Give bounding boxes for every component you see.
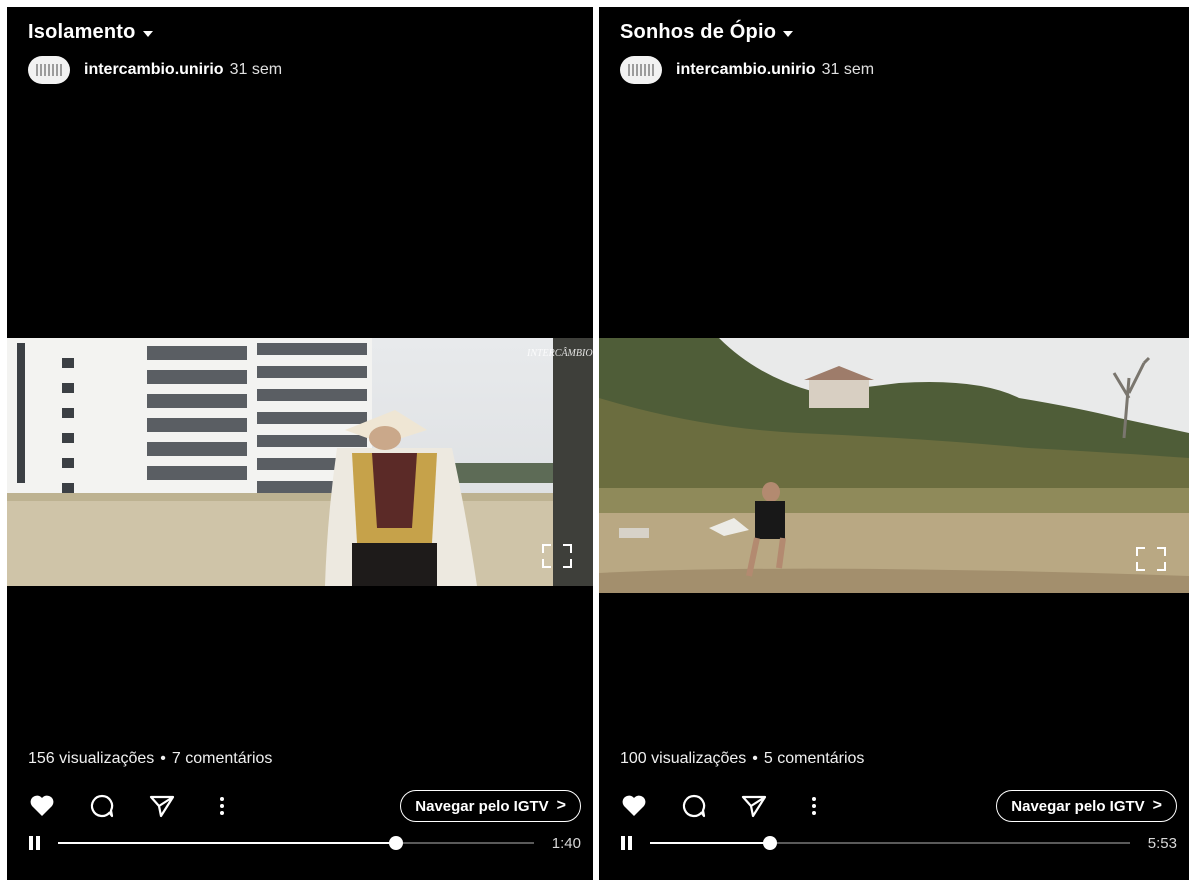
video-title: Sonhos de Ópio	[620, 21, 777, 43]
comment-icon[interactable]	[87, 791, 117, 821]
caret-down-icon	[783, 31, 794, 37]
send-icon[interactable]	[147, 791, 177, 821]
heart-icon[interactable]	[619, 791, 649, 821]
fullscreen-icon[interactable]	[542, 544, 572, 568]
fullscreen-icon[interactable]	[1136, 547, 1166, 571]
video-stats: 156 visualizações • 7 comentários	[28, 750, 272, 768]
video-title: Isolamento	[28, 21, 136, 43]
browse-igtv-label: Navegar pelo IGTV	[1011, 797, 1145, 815]
video-title-dropdown[interactable]: Isolamento	[28, 21, 153, 44]
action-bar: Navegar pelo IGTV >	[27, 789, 581, 823]
comment-count[interactable]: 5 comentários	[764, 750, 865, 768]
stats-separator: •	[160, 750, 166, 767]
view-count: 100 visualizações	[620, 750, 747, 767]
pause-icon[interactable]	[620, 836, 634, 850]
avatar[interactable]	[28, 56, 70, 84]
progress-scrubber[interactable]	[762, 836, 777, 850]
post-age: 31 sem	[229, 61, 283, 78]
stats-separator: •	[752, 750, 758, 767]
view-count: 156 visualizações	[28, 750, 155, 767]
video-title-dropdown[interactable]: Sonhos de Ópio	[620, 21, 794, 44]
video-player[interactable]	[599, 338, 1189, 593]
progress-scrubber[interactable]	[388, 836, 403, 850]
author-username[interactable]: intercambio.unirio	[676, 61, 816, 79]
igtv-post-sonhos-de-opio: Sonhos de Ópio intercambio.unirio 31 sem	[599, 7, 1189, 880]
post-age: 31 sem	[821, 61, 875, 78]
chevron-right-icon: >	[556, 797, 566, 814]
comment-count[interactable]: 7 comentários	[172, 750, 273, 768]
progress-fill	[650, 842, 770, 844]
heart-icon[interactable]	[27, 791, 57, 821]
comment-icon[interactable]	[679, 791, 709, 821]
progress-fill	[58, 842, 396, 844]
video-frame	[599, 338, 1189, 593]
chevron-right-icon: >	[1152, 797, 1162, 814]
progress-track[interactable]	[58, 836, 534, 850]
caret-down-icon	[142, 31, 153, 37]
browse-igtv-label: Navegar pelo IGTV	[415, 797, 549, 815]
avatar[interactable]	[620, 56, 662, 84]
send-icon[interactable]	[739, 791, 769, 821]
video-player[interactable]: INTERCÂMBIO	[7, 338, 593, 586]
playback-controls: 1:40	[28, 833, 581, 853]
browse-igtv-button[interactable]: Navegar pelo IGTV >	[400, 790, 581, 822]
author-row: intercambio.unirio 31 sem	[28, 56, 282, 84]
progress-track[interactable]	[650, 836, 1130, 850]
more-vertical-icon[interactable]	[207, 791, 237, 821]
video-duration: 1:40	[551, 834, 581, 852]
video-duration: 5:53	[1147, 834, 1177, 852]
video-stats: 100 visualizações • 5 comentários	[620, 750, 864, 768]
pause-icon[interactable]	[28, 836, 42, 850]
video-frame: INTERCÂMBIO	[7, 338, 593, 586]
igtv-post-isolamento: Isolamento intercambio.unirio 31 sem INT…	[7, 7, 593, 880]
video-watermark: INTERCÂMBIO	[526, 347, 593, 359]
browse-igtv-button[interactable]: Navegar pelo IGTV >	[996, 790, 1177, 822]
author-row: intercambio.unirio 31 sem	[620, 56, 874, 84]
more-vertical-icon[interactable]	[799, 791, 829, 821]
playback-controls: 5:53	[620, 833, 1177, 853]
author-username[interactable]: intercambio.unirio	[84, 61, 224, 79]
action-bar: Navegar pelo IGTV >	[619, 789, 1177, 823]
